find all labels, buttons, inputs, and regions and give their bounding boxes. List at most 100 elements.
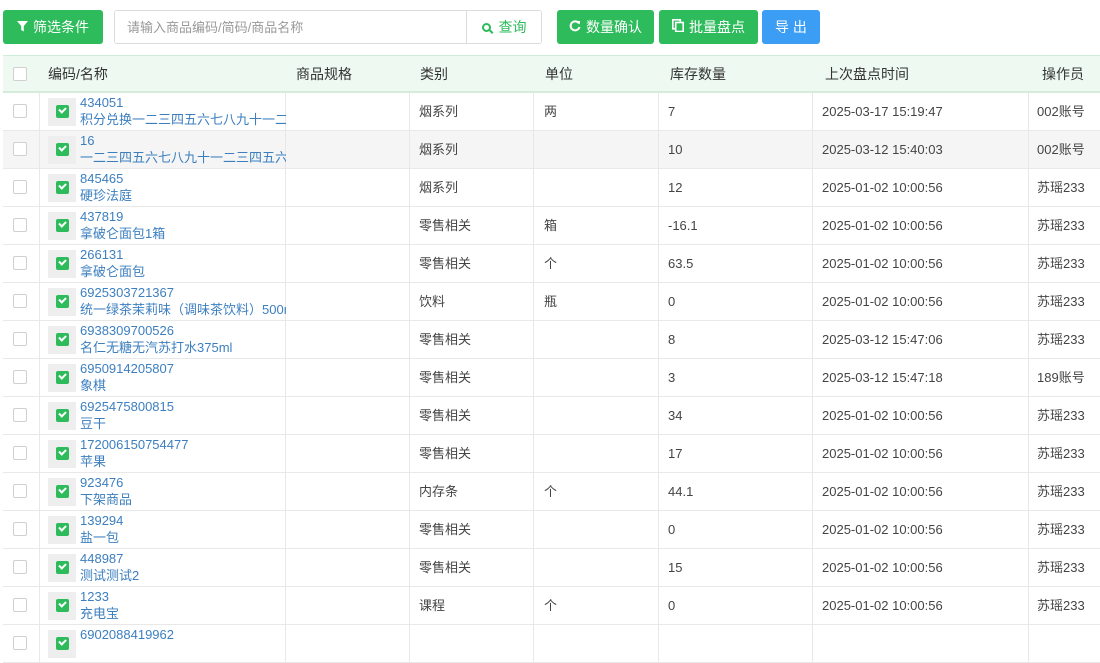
product-code-name[interactable]: 266131 拿破仑面包 [80,246,286,280]
product-check-icon [56,219,69,232]
stock-quantity: 7 [668,104,676,119]
product-name[interactable]: 拿破仑面包 [80,263,286,280]
row-checkbox[interactable] [13,256,27,270]
product-code[interactable]: 139294 [80,512,286,529]
operator-name: 苏瑶233 [1037,180,1085,195]
product-category: 零售相关 [419,446,472,461]
row-checkbox[interactable] [13,598,27,612]
table-row[interactable]: 448987 测试测试2 零售相关 15 2025-01-02 10:00:56 苏瑶23… [3,549,1100,587]
product-code-name[interactable]: 437819 拿破仑面包1箱 [80,208,286,242]
product-code-name[interactable]: 6938309700526 名仁无糖无汽苏打水375ml [80,322,286,356]
row-checkbox[interactable] [13,560,27,574]
product-code[interactable]: 437819 [80,208,286,225]
table-row[interactable]: 139294 盐一包 零售相关 0 2025-01-02 10:00:56 苏瑶233 [3,511,1100,549]
table-row[interactable]: 434051 积分兑换一二三四五六七八九十一二 烟系列 两 7 2025-03-17 15… [3,93,1100,131]
product-code[interactable]: 6925303721367 [80,284,286,301]
product-category: 零售相关 [419,218,472,233]
operator-name: 002账号 [1037,104,1085,119]
product-name[interactable]: 统一绿茶茉莉味（调味茶饮料）500ml [80,301,286,318]
product-name[interactable]: 名仁无糖无汽苏打水375ml [80,339,286,356]
row-checkbox[interactable] [13,180,27,194]
table-row[interactable]: 172006150754477 苹果 零售相关 17 2025-01-02 10:00:… [3,435,1100,473]
product-name[interactable]: 豆干 [80,415,286,432]
product-name[interactable]: 盐一包 [80,529,286,546]
row-checkbox[interactable] [13,370,27,384]
table-row[interactable]: 16 一二三四五六七八九十一二三四五六 烟系列 10 2025-03-12 15:40:… [3,131,1100,169]
table-row[interactable]: 6950914205807 象棋 零售相关 3 2025-03-12 15:47:18 1… [3,359,1100,397]
product-code[interactable]: 434051 [80,94,286,111]
export-button[interactable]: 导 出 [762,10,820,44]
product-code-name[interactable]: 172006150754477 苹果 [80,436,286,470]
search-input[interactable] [115,11,466,43]
batch-inventory-label: 批量盘点 [689,19,745,35]
product-code[interactable]: 923476 [80,474,286,491]
row-checkbox[interactable] [13,484,27,498]
product-code-name[interactable]: 1233 充电宝 [80,588,286,622]
table-row[interactable]: 266131 拿破仑面包 零售相关 个 63.5 2025-01-02 10:00:56 苏… [3,245,1100,283]
product-name[interactable]: 拿破仑面包1箱 [80,225,286,242]
product-code-name[interactable]: 6950914205807 象棋 [80,360,286,394]
product-code[interactable]: 6938309700526 [80,322,286,339]
product-code-name[interactable]: 139294 盐一包 [80,512,286,546]
table-row[interactable]: 6925475800815 豆干 零售相关 34 2025-01-02 10:00:56… [3,397,1100,435]
select-all-checkbox[interactable] [13,67,27,81]
product-code-name[interactable]: 434051 积分兑换一二三四五六七八九十一二 [80,94,286,128]
product-name[interactable]: 充电宝 [80,605,286,622]
product-code[interactable]: 16 [80,132,286,149]
table-row[interactable]: 845465 硬珍法庭 烟系列 12 2025-01-02 10:00:56 苏瑶233 [3,169,1100,207]
product-name[interactable]: 苹果 [80,453,286,470]
product-code[interactable]: 845465 [80,170,286,187]
product-code-name[interactable]: 6902088419962 [80,626,286,643]
table-row[interactable]: 6925303721367 统一绿茶茉莉味（调味茶饮料）500ml 饮料 瓶 0 2025… [3,283,1100,321]
product-code[interactable]: 172006150754477 [80,436,286,453]
row-checkbox[interactable] [13,446,27,460]
table-header: 编码/名称 商品规格 类别 单位 库存数量 上次盘点时间 操作员 [3,55,1100,93]
product-name[interactable]: 一二三四五六七八九十一二三四五六 [80,149,286,166]
product-code-name[interactable]: 6925475800815 豆干 [80,398,286,432]
product-code-name[interactable]: 923476 下架商品 [80,474,286,508]
header-category: 类别 [420,66,448,82]
batch-inventory-button[interactable]: 批量盘点 [659,10,758,44]
filter-button[interactable]: 筛选条件 [3,10,103,44]
row-checkbox[interactable] [13,332,27,346]
product-category [419,625,529,662]
search-box: 查询 [114,10,542,44]
product-name[interactable]: 测试测试2 [80,567,286,584]
row-checkbox[interactable] [13,522,27,536]
product-code[interactable]: 448987 [80,550,286,567]
row-checkbox[interactable] [13,104,27,118]
table-row[interactable]: 923476 下架商品 内存条 个 44.1 2025-01-02 10:00:56 苏瑶2… [3,473,1100,511]
product-thumbnail [48,364,76,392]
product-name[interactable]: 象棋 [80,377,286,394]
product-spec [296,245,406,282]
product-code-name[interactable]: 6925303721367 统一绿茶茉莉味（调味茶饮料）500ml [80,284,286,318]
product-code-name[interactable]: 16 一二三四五六七八九十一二三四五六 [80,132,286,166]
operator-name: 苏瑶233 [1037,446,1085,461]
search-button[interactable]: 查询 [466,11,541,43]
product-code[interactable]: 6950914205807 [80,360,286,377]
product-code[interactable]: 266131 [80,246,286,263]
product-category: 烟系列 [419,180,459,195]
product-code-name[interactable]: 448987 测试测试2 [80,550,286,584]
row-checkbox[interactable] [13,408,27,422]
table-row[interactable]: 1233 充电宝 课程 个 0 2025-01-02 10:00:56 苏瑶233 [3,587,1100,625]
product-name[interactable]: 下架商品 [80,491,286,508]
product-code[interactable]: 6902088419962 [80,626,286,643]
table-row[interactable]: 437819 拿破仑面包1箱 零售相关 箱 -16.1 2025-01-02 10:00:… [3,207,1100,245]
row-checkbox[interactable] [13,142,27,156]
product-code[interactable]: 1233 [80,588,286,605]
product-code[interactable]: 6925475800815 [80,398,286,415]
table-row[interactable]: 6902088419962 [3,625,1100,663]
row-checkbox[interactable] [13,218,27,232]
product-name[interactable]: 硬珍法庭 [80,187,286,204]
last-check-time: 2025-01-02 10:00:56 [822,446,943,461]
product-name[interactable]: 积分兑换一二三四五六七八九十一二 [80,111,286,128]
table-row[interactable]: 6938309700526 名仁无糖无汽苏打水375ml 零售相关 8 2025-03-… [3,321,1100,359]
row-checkbox[interactable] [13,294,27,308]
row-checkbox[interactable] [13,636,27,650]
last-check-time: 2025-01-02 10:00:56 [822,598,943,613]
quantity-confirm-button[interactable]: 数量确认 [557,10,654,44]
product-code-name[interactable]: 845465 硬珍法庭 [80,170,286,204]
stock-quantity: 10 [668,142,683,157]
last-check-time: 2025-03-17 15:19:47 [822,104,943,119]
